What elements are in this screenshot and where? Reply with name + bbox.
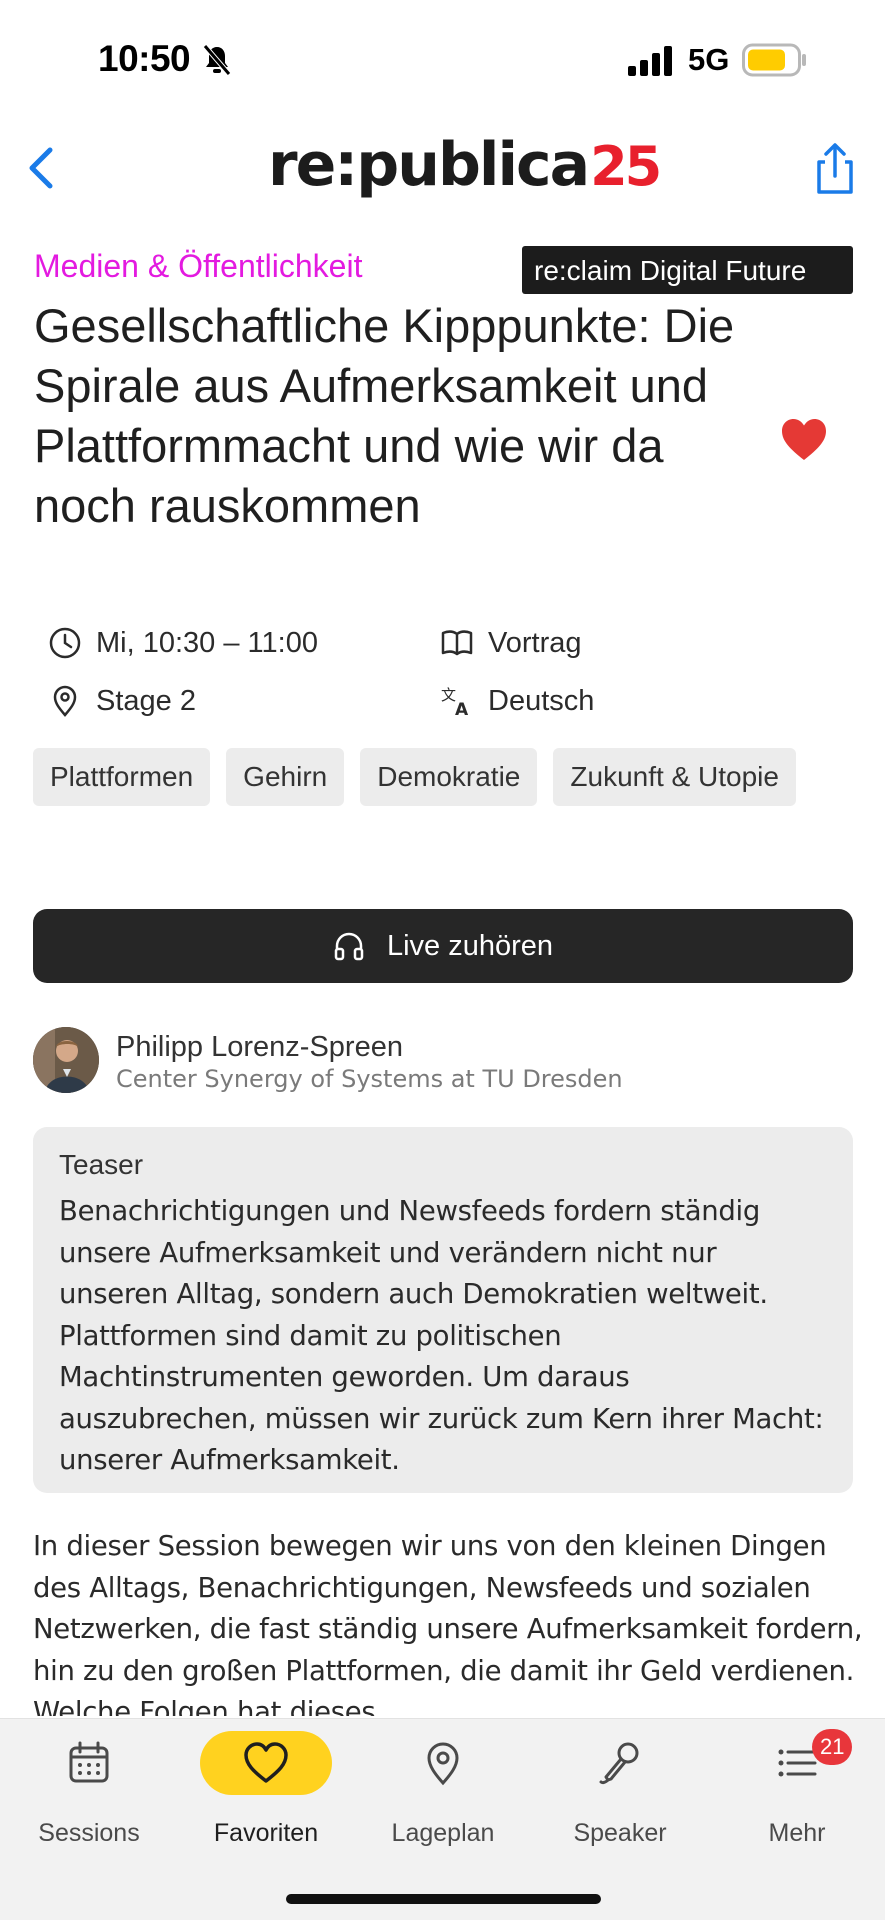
session-time-label: Mi, 10:30 – 11:00	[96, 626, 318, 659]
live-listen-label: Live zuhören	[386, 929, 554, 962]
logo-text: re:publica	[268, 130, 590, 200]
book-icon	[441, 630, 473, 656]
tab-mehr-label: Mehr	[768, 1819, 826, 1847]
speaker-name: Philipp Lorenz-Spreen	[116, 1031, 403, 1063]
bell-slash-icon	[203, 44, 231, 76]
session-stage[interactable]: Stage 2	[48, 684, 196, 718]
speaker-row[interactable]: Philipp Lorenz-Spreen Center Synergy of …	[33, 1027, 853, 1095]
translate-icon: 文 A	[441, 686, 469, 718]
back-chevron-icon[interactable]	[22, 140, 62, 196]
session-language: 文 A Deutsch	[440, 684, 595, 719]
favorite-heart-icon[interactable]	[780, 418, 828, 462]
battery-icon	[742, 43, 806, 77]
notification-badge: 21	[812, 1729, 853, 1765]
heart-icon	[244, 1742, 288, 1783]
app-logo: re:publica 25	[268, 130, 662, 210]
tab-lageplan-label: Lageplan	[391, 1819, 495, 1847]
tag-chip[interactable]: Zukunft & Utopie	[553, 748, 796, 806]
clock-icon	[49, 627, 81, 659]
svg-text:文: 文	[441, 686, 456, 704]
speaker-avatar	[33, 1027, 99, 1093]
speaker-organization: Center Synergy of Systems at TU Dresden	[116, 1065, 623, 1093]
session-format-label: Vortrag	[488, 626, 582, 659]
map-pin-icon	[427, 1742, 459, 1786]
share-icon[interactable]	[813, 140, 857, 196]
signal-icon	[628, 46, 672, 76]
microphone-icon	[599, 1742, 639, 1785]
tab-speaker[interactable]: Speaker	[535, 1731, 705, 1861]
status-bar: 10:50 5G	[0, 0, 885, 110]
tag-chip[interactable]: Gehirn	[226, 748, 345, 806]
tab-sessions-label: Sessions	[38, 1819, 140, 1847]
header: re:publica 25	[0, 110, 885, 230]
status-time: 10:50	[98, 38, 191, 79]
session-format: Vortrag	[440, 626, 582, 660]
tab-lageplan[interactable]: Lageplan	[358, 1731, 528, 1861]
headphones-icon	[334, 932, 364, 961]
session-time: Mi, 10:30 – 11:00	[48, 626, 318, 660]
network-label: 5G	[688, 42, 730, 77]
svg-text:A: A	[455, 700, 469, 718]
session-title: Gesellschaftliche Kipppunkte: Die Spiral…	[34, 299, 735, 532]
session-category[interactable]: Medien & Öffentlichkeit	[34, 248, 362, 285]
tab-bar: Sessions Favoriten Lageplan Speaker 21 M…	[0, 1718, 885, 1920]
calendar-icon	[69, 1741, 109, 1783]
session-description: In dieser Session bewegen wir uns von de…	[33, 1530, 863, 1716]
session-stage-label: Stage 2	[96, 684, 196, 717]
tab-speaker-label: Speaker	[573, 1819, 667, 1847]
tag-list: Plattformen Gehirn Demokratie Zukunft & …	[33, 748, 853, 806]
tab-favoriten[interactable]: Favoriten	[181, 1731, 351, 1861]
teaser-text: Benachrichtigungen und Newsfeeds fordern…	[59, 1195, 824, 1476]
home-indicator[interactable]	[286, 1894, 601, 1904]
live-listen-button[interactable]: Live zuhören	[33, 909, 853, 983]
location-pin-icon	[53, 685, 77, 717]
tab-sessions[interactable]: Sessions	[4, 1731, 174, 1861]
track-badge[interactable]: re:claim Digital Future	[522, 246, 853, 294]
session-language-label: Deutsch	[488, 684, 595, 717]
tab-favoriten-label: Favoriten	[213, 1819, 319, 1847]
teaser-label: Teaser	[59, 1149, 144, 1180]
tag-chip[interactable]: Plattformen	[33, 748, 211, 806]
logo-year: 25	[590, 135, 662, 198]
tag-chip[interactable]: Demokratie	[360, 748, 538, 806]
tab-mehr[interactable]: 21 Mehr	[712, 1729, 882, 1861]
teaser-box: Teaser Benachrichtigungen und Newsfeeds …	[33, 1127, 853, 1493]
